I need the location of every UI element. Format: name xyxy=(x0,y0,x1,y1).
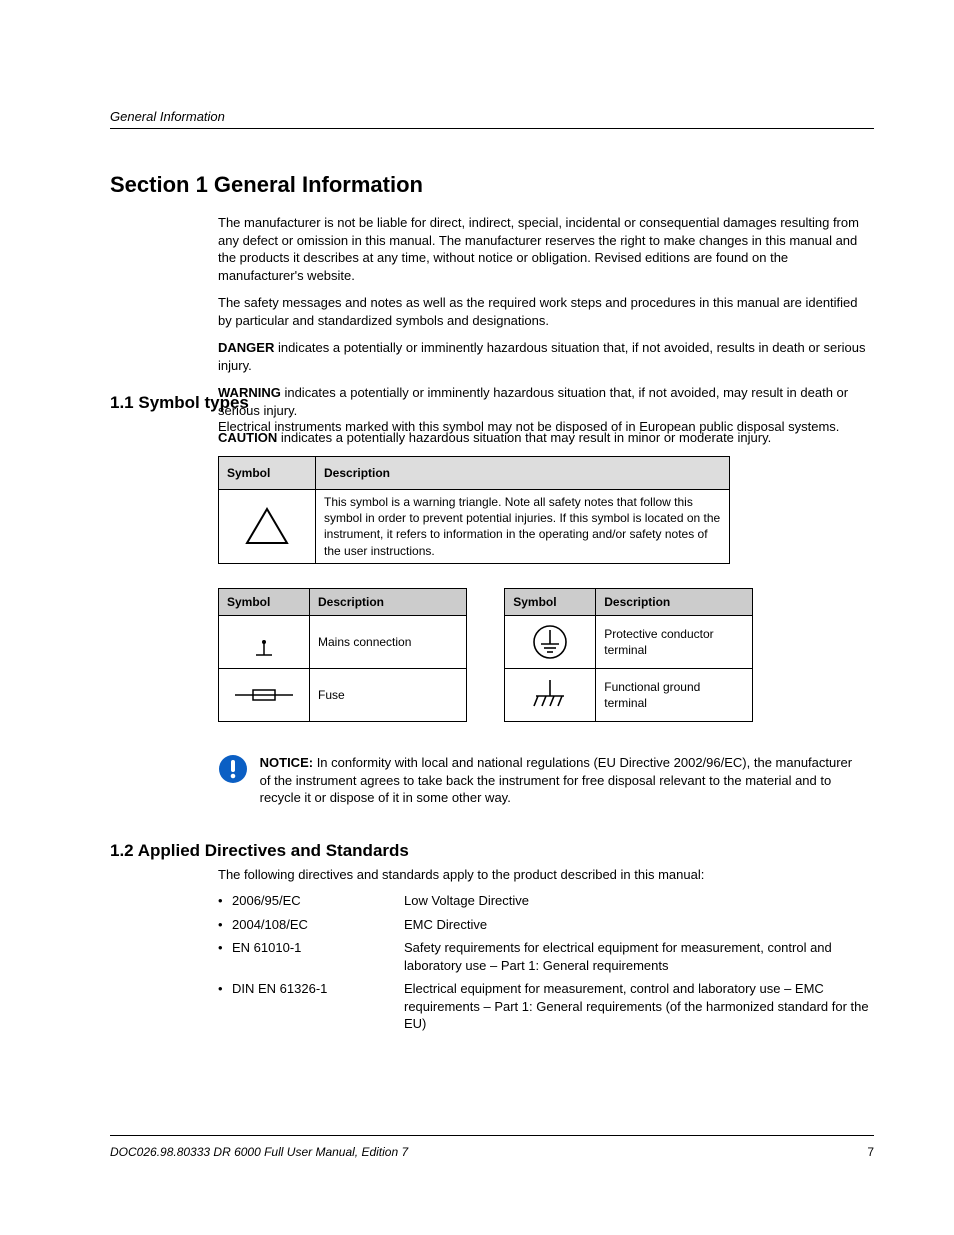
warning-text: indicates a potentially or imminently ha… xyxy=(218,385,848,418)
footer-text: DOC026.98.80333 DR 6000 Full User Manual… xyxy=(110,1144,408,1160)
protective-conductor-icon xyxy=(505,616,596,669)
warning-triangle-icon xyxy=(219,490,316,564)
standard-desc: EMC Directive xyxy=(404,916,874,934)
tbl3-row2-desc: Functional ground terminal xyxy=(596,669,753,722)
notice-block: NOTICE: In conformity with local and nat… xyxy=(218,754,874,807)
standard-code: 2004/108/EC xyxy=(232,916,404,934)
standard-code: 2006/95/EC xyxy=(232,892,404,910)
standard-desc: Low Voltage Directive xyxy=(404,892,874,910)
notice-text: NOTICE: In conformity with local and nat… xyxy=(260,754,860,807)
intro-para-1: The manufacturer is not be liable for di… xyxy=(218,214,874,284)
standard-code: DIN EN 61326-1 xyxy=(232,980,404,1033)
header-rule xyxy=(110,128,874,129)
tbl2-row2-desc: Fuse xyxy=(310,669,467,722)
symbol-tables-row: Symbol Description Mains connection xyxy=(218,588,753,722)
tbl2-row1-desc: Mains connection xyxy=(310,616,467,669)
subsection-intro: Electrical instruments marked with this … xyxy=(218,418,874,436)
warning-line: WARNING indicates a potentially or immin… xyxy=(218,384,874,419)
standards-heading: 1.2 Applied Directives and Standards xyxy=(110,840,409,863)
list-item: • 2004/108/EC EMC Directive xyxy=(218,916,874,934)
list-item: • DIN EN 61326-1 Electrical equipment fo… xyxy=(218,980,874,1033)
standard-desc: Electrical equipment for measurement, co… xyxy=(404,980,874,1033)
notice-label: NOTICE: xyxy=(260,755,313,770)
tbl1-h1: Symbol xyxy=(219,457,316,490)
danger-line: DANGER indicates a potentially or immine… xyxy=(218,339,874,374)
standard-code: EN 61010-1 xyxy=(232,939,404,974)
functional-ground-icon xyxy=(505,669,596,722)
bullet-icon: • xyxy=(218,980,232,1033)
page-number: 7 xyxy=(867,1144,874,1160)
tbl3-row1-desc: Protective conductor terminal xyxy=(596,616,753,669)
intro-para-2: The safety messages and notes as well as… xyxy=(218,294,874,329)
standard-desc: Safety requirements for electrical equip… xyxy=(404,939,874,974)
standards-list: • 2006/95/EC Low Voltage Directive • 200… xyxy=(218,892,874,1039)
symbol-table-right: Symbol Description Protective conductor … xyxy=(504,588,753,722)
notice-body: In conformity with local and national re… xyxy=(260,755,853,805)
danger-text: indicates a potentially or imminently ha… xyxy=(218,340,865,373)
symbol-table-main: Symbol Description This symbol is a warn… xyxy=(218,456,730,564)
danger-label: DANGER xyxy=(218,340,278,355)
tbl1-h2: Description xyxy=(316,457,730,490)
list-item: • EN 61010-1 Safety requirements for ele… xyxy=(218,939,874,974)
bullet-icon: • xyxy=(218,916,232,934)
standards-intro: The following directives and standards a… xyxy=(218,866,874,884)
tbl3-h1: Symbol xyxy=(505,589,596,616)
symbol-table-left: Symbol Description Mains connection xyxy=(218,588,467,722)
fuse-icon xyxy=(219,669,310,722)
mains-connection-icon xyxy=(219,616,310,669)
subsection-heading: 1.1 Symbol types xyxy=(110,392,249,415)
tbl1-row1-desc: This symbol is a warning triangle. Note … xyxy=(316,490,730,564)
section-heading: Section 1 General Information xyxy=(110,170,423,200)
notice-icon xyxy=(218,754,248,784)
footer-rule xyxy=(110,1135,874,1136)
bullet-icon: • xyxy=(218,939,232,974)
tbl2-h2: Description xyxy=(310,589,467,616)
list-item: • 2006/95/EC Low Voltage Directive xyxy=(218,892,874,910)
bullet-icon: • xyxy=(218,892,232,910)
tbl3-h2: Description xyxy=(596,589,753,616)
tbl2-h1: Symbol xyxy=(219,589,310,616)
header-title: General Information xyxy=(110,108,225,126)
